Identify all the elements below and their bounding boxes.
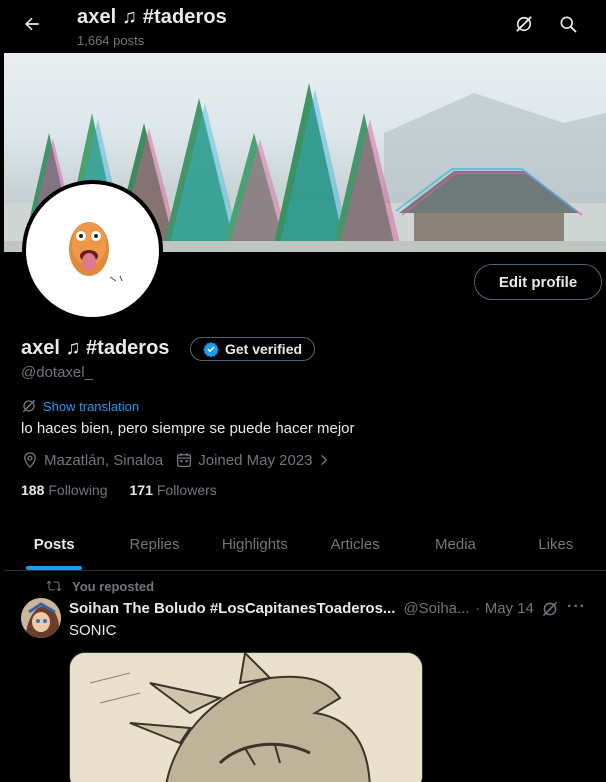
post-grok-button[interactable]	[541, 600, 559, 623]
search-button[interactable]	[556, 14, 580, 38]
profile-bio: lo haces bien, pero siempre se puede hac…	[21, 420, 355, 437]
joined-text: Joined May 2023	[198, 451, 313, 469]
following-link[interactable]: 188 Following	[21, 482, 108, 498]
tab-label: Replies	[129, 535, 180, 553]
tab-likes[interactable]: Likes	[506, 518, 606, 570]
translate-icon	[21, 398, 37, 414]
repost-indicator: You reposted	[46, 578, 154, 594]
tab-label: Posts	[33, 535, 75, 553]
tab-label: Media	[435, 535, 476, 553]
followers-label: Followers	[156, 482, 217, 498]
chevron-right-icon	[320, 454, 327, 466]
profile-avatar[interactable]	[22, 180, 163, 321]
get-verified-label: Get verified	[225, 341, 303, 357]
repost-label: You reposted	[72, 578, 155, 594]
tab-highlights[interactable]: Highlights	[205, 518, 305, 570]
profile-joined[interactable]: Joined May 2023	[175, 451, 335, 469]
search-icon	[558, 14, 578, 39]
grok-icon	[541, 600, 559, 623]
repost-icon	[46, 578, 62, 594]
show-translation-link[interactable]: Show translation	[21, 398, 139, 414]
post-image[interactable]	[69, 652, 423, 782]
grok-button[interactable]	[512, 14, 536, 38]
post-author-name[interactable]: Soihan The Boludo #LosCapitanesToaderos.…	[69, 600, 395, 617]
active-tab-indicator	[26, 566, 83, 570]
profile-location: Mazatlán, Sinaloa	[21, 451, 163, 469]
calendar-icon	[177, 453, 192, 468]
location-pin-icon	[24, 452, 36, 469]
tab-label: Highlights	[221, 535, 288, 553]
profile-tabs: Posts Replies Highlights Articles Media …	[4, 518, 606, 571]
post-date[interactable]: · May 14	[476, 600, 534, 617]
edit-profile-button[interactable]: Edit profile	[474, 264, 602, 300]
profile-meta: Mazatlán, Sinaloa Joined May 2023	[21, 451, 348, 469]
profile-handle: @dotaxel_	[21, 364, 93, 381]
tab-articles[interactable]: Articles	[305, 518, 405, 570]
tab-replies[interactable]: Replies	[104, 518, 204, 570]
follow-stats: 188 Following 171 Followers	[21, 482, 239, 498]
verified-badge-icon	[203, 341, 219, 357]
tab-label: Articles	[330, 535, 380, 553]
arrow-left-icon	[22, 14, 42, 39]
tab-label: Likes	[538, 535, 574, 553]
back-button[interactable]	[18, 12, 46, 40]
tab-media[interactable]: Media	[405, 518, 505, 570]
post-author-avatar[interactable]	[21, 598, 61, 638]
profile-display-name: axel ♫ #taderos	[21, 337, 170, 359]
followers-link[interactable]: 171 Followers	[130, 482, 217, 498]
get-verified-button[interactable]: Get verified	[190, 337, 315, 361]
tab-posts[interactable]: Posts	[4, 518, 104, 570]
show-translation-label: Show translation	[43, 398, 140, 414]
post-text: SONIC	[69, 622, 117, 639]
header-title: axel ♫ #taderos	[77, 6, 227, 28]
profile-page: axel ♫ #taderos 1,664 posts Edit profile…	[4, 0, 606, 782]
header-post-count: 1,664 posts	[77, 33, 145, 48]
following-label: Following	[48, 482, 108, 498]
grok-icon	[514, 14, 534, 39]
following-count: 188	[21, 482, 45, 498]
location-text: Mazatlán, Sinaloa	[44, 451, 164, 469]
followers-count: 171	[129, 482, 153, 498]
top-bar: axel ♫ #taderos 1,664 posts	[4, 0, 606, 53]
post-more-button[interactable]: ···	[567, 598, 586, 616]
post-author-handle[interactable]: @Soiha...	[403, 600, 469, 617]
post-header: Soihan The Boludo #LosCapitanesToaderos.…	[69, 600, 534, 617]
